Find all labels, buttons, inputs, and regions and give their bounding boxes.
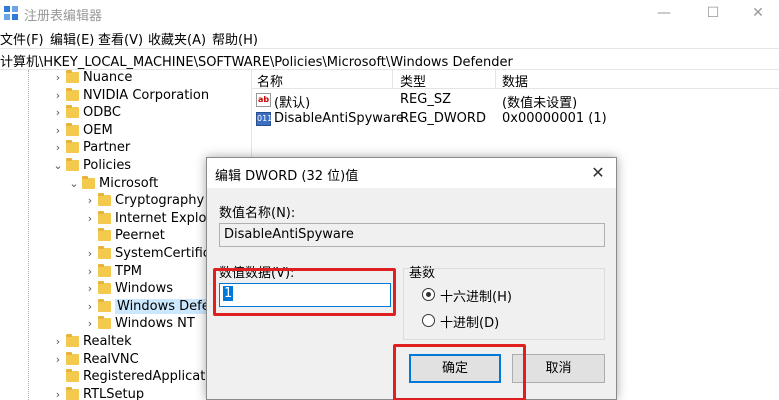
folder-icon (98, 228, 111, 242)
list-header: 名称 类型 数据 (252, 70, 779, 90)
value-name-label: 数值名称(N): (219, 206, 296, 221)
value-name: DisableAntiSpyware (274, 111, 404, 126)
folder-icon (98, 281, 111, 295)
tree-item-label: OEM (83, 122, 113, 138)
address-bar[interactable]: 计算机\HKEY_LOCAL_MACHINE\SOFTWARE\Policies… (0, 48, 779, 70)
radio-hexadecimal-icon[interactable] (422, 288, 435, 301)
chevron-right-icon[interactable]: › (84, 212, 96, 225)
column-separator[interactable] (495, 70, 496, 89)
tree-item-label: RegisteredApplicatio (83, 369, 217, 385)
tree-item-label: Partner (83, 140, 131, 156)
tree-item-label: Peernet (115, 228, 165, 244)
tree-item-label: Internet Explore (115, 210, 220, 226)
annotation-box-value-data (213, 268, 396, 316)
tree-item-label: RealVNC (83, 351, 139, 367)
tree-item-label: RTLSetup (83, 386, 145, 400)
chevron-right-icon[interactable]: › (52, 388, 64, 400)
dialog-title-bar: 编辑 DWORD (32 位)值 ✕ (207, 158, 616, 188)
folder-icon (66, 70, 79, 83)
chevron-right-icon[interactable]: › (52, 335, 64, 348)
chevron-right-icon[interactable]: › (52, 353, 64, 366)
tree-item-label: NVIDIA Corporation (83, 87, 210, 103)
maximize-button[interactable]: ☐ (690, 0, 736, 27)
radio-decimal-icon[interactable] (422, 314, 435, 327)
folder-icon (66, 351, 79, 365)
tree-item-label: Realtek (83, 334, 132, 349)
window-title: 注册表编辑器 (24, 9, 103, 24)
column-data[interactable]: 数据 (502, 71, 528, 90)
annotation-box-ok (393, 344, 526, 400)
chevron-right-icon[interactable]: › (52, 106, 64, 119)
column-name[interactable]: 名称 (257, 71, 283, 90)
chevron-right-icon[interactable]: › (84, 282, 96, 295)
value-data: (数值未设置) (502, 96, 578, 111)
chevron-right-icon[interactable]: › (52, 71, 64, 84)
folder-icon (66, 87, 79, 101)
chevron-down-icon[interactable]: ⌄ (52, 159, 64, 172)
value-name: (默认) (274, 96, 311, 111)
list-item[interactable]: 011 DisableAntiSpyware REG_DWORD 0x00000… (252, 110, 779, 129)
menu-help[interactable]: 帮助(H) (212, 29, 258, 48)
chevron-right-icon[interactable]: › (84, 247, 96, 260)
tree-item-label: SystemCertifica (115, 246, 218, 261)
title-bar: 注册表编辑器 — ☐ ✕ (0, 0, 779, 27)
menu-bar: 文件(F) 编辑(E) 查看(V) 收藏夹(A) 帮助(H) (0, 27, 779, 48)
tree-item-label: TPM (115, 263, 142, 279)
folder-icon (66, 334, 79, 347)
dialog-close-icon[interactable]: ✕ (588, 163, 608, 183)
folder-icon (98, 316, 111, 330)
folder-icon (82, 175, 95, 189)
tree-item-label: Windows NT (115, 316, 195, 332)
menu-edit[interactable]: 编辑(E) (50, 29, 94, 48)
tree-item-label: Cryptography (115, 193, 205, 209)
edit-dword-dialog: 编辑 DWORD (32 位)值 ✕ 数值名称(N): DisableAntiS… (206, 157, 617, 400)
chevron-right-icon[interactable]: › (84, 265, 96, 278)
close-button[interactable]: ✕ (735, 0, 779, 27)
registry-editor-icon (4, 6, 18, 20)
value-data: 0x00000001 (1) (502, 111, 607, 126)
chevron-right-icon[interactable]: › (52, 89, 64, 102)
folder-icon (98, 298, 111, 312)
folder-icon (66, 122, 79, 136)
menu-view[interactable]: 查看(V) (98, 29, 143, 48)
column-type[interactable]: 类型 (400, 71, 426, 90)
value-type: REG_SZ (400, 92, 451, 107)
tree-item-label: Windows (115, 281, 174, 297)
folder-icon (98, 263, 111, 277)
chevron-right-icon[interactable]: › (84, 194, 96, 207)
folder-icon (98, 193, 111, 207)
dialog-title: 编辑 DWORD (32 位)值 (215, 169, 359, 184)
folder-icon (66, 105, 79, 119)
value-type: REG_DWORD (400, 111, 486, 126)
folder-icon (98, 210, 111, 224)
chevron-right-icon[interactable]: › (52, 124, 64, 137)
minimize-button[interactable]: — (641, 0, 687, 27)
tree-item-label: Nuance (83, 70, 133, 85)
radio-decimal-label: 十进制(D) (440, 316, 500, 331)
chevron-right-icon[interactable]: › (52, 141, 64, 154)
radio-hexadecimal-label: 十六进制(H) (440, 290, 512, 305)
tree-item-label: Windows Defer (115, 298, 218, 314)
folder-icon (66, 386, 79, 400)
tree-guide-line (28, 70, 29, 400)
folder-icon (98, 246, 111, 259)
tree-item-label: Policies (83, 158, 132, 173)
column-separator[interactable] (392, 70, 393, 89)
folder-icon (66, 140, 79, 154)
value-name-field: DisableAntiSpyware (219, 223, 605, 247)
menu-favorites[interactable]: 收藏夹(A) (148, 29, 206, 48)
chevron-down-icon[interactable]: ⌄ (68, 177, 80, 190)
menu-file[interactable]: 文件(F) (0, 29, 44, 48)
address-path[interactable]: 计算机\HKEY_LOCAL_MACHINE\SOFTWARE\Policies… (0, 51, 513, 70)
list-item[interactable]: ab (默认) REG_SZ (数值未设置) (252, 91, 779, 111)
folder-icon (66, 158, 79, 171)
tree-item-label: Microsoft (99, 175, 159, 191)
string-value-icon: ab (256, 93, 271, 107)
folder-icon (66, 369, 79, 383)
chevron-right-icon[interactable]: › (84, 317, 96, 330)
dword-value-icon: 011 (256, 112, 272, 126)
chevron-right-icon[interactable]: › (84, 300, 96, 313)
tree-item-label: ODBC (83, 105, 122, 121)
